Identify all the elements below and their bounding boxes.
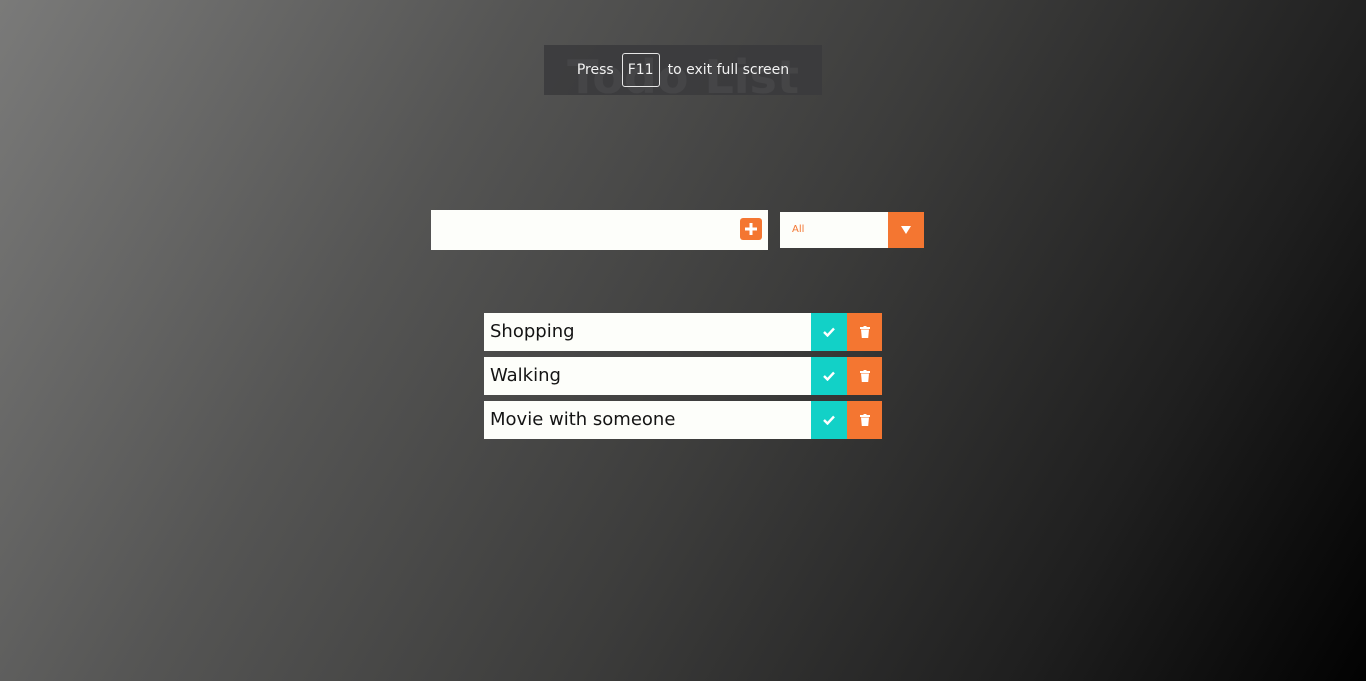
fullscreen-notice-suffix: to exit full screen: [667, 62, 790, 78]
todo-text: Walking: [490, 365, 561, 386]
trash-icon: [859, 326, 870, 338]
complete-button[interactable]: [811, 401, 847, 439]
complete-button[interactable]: [811, 313, 847, 351]
todo-list: Shopping Walking Movie with someone: [484, 313, 882, 445]
trash-icon: [859, 370, 870, 382]
fullscreen-notice: Press F11 to exit full screen: [544, 45, 822, 95]
todo-input[interactable]: [431, 210, 731, 250]
check-icon: [823, 415, 835, 425]
delete-button[interactable]: [847, 357, 882, 395]
add-todo-button[interactable]: [740, 218, 762, 240]
delete-button[interactable]: [847, 401, 882, 439]
plus-square-icon: [745, 223, 757, 235]
check-icon: [823, 371, 835, 381]
todo-text: Movie with someone: [490, 409, 676, 430]
caret-down-icon: [901, 226, 911, 234]
todo-item: Walking: [484, 357, 882, 395]
complete-button[interactable]: [811, 357, 847, 395]
fullscreen-notice-prefix: Press: [576, 62, 614, 78]
trash-icon: [859, 414, 870, 426]
filter-selected-value: All: [792, 224, 805, 235]
todo-item: Shopping: [484, 313, 882, 351]
todo-item: Movie with someone: [484, 401, 882, 439]
filter-select[interactable]: All: [780, 212, 924, 248]
todo-input-container: [431, 210, 768, 250]
filter-dropdown-button[interactable]: [888, 212, 924, 248]
fullscreen-key: F11: [621, 53, 660, 87]
todo-text: Shopping: [490, 321, 575, 342]
check-icon: [823, 327, 835, 337]
delete-button[interactable]: [847, 313, 882, 351]
